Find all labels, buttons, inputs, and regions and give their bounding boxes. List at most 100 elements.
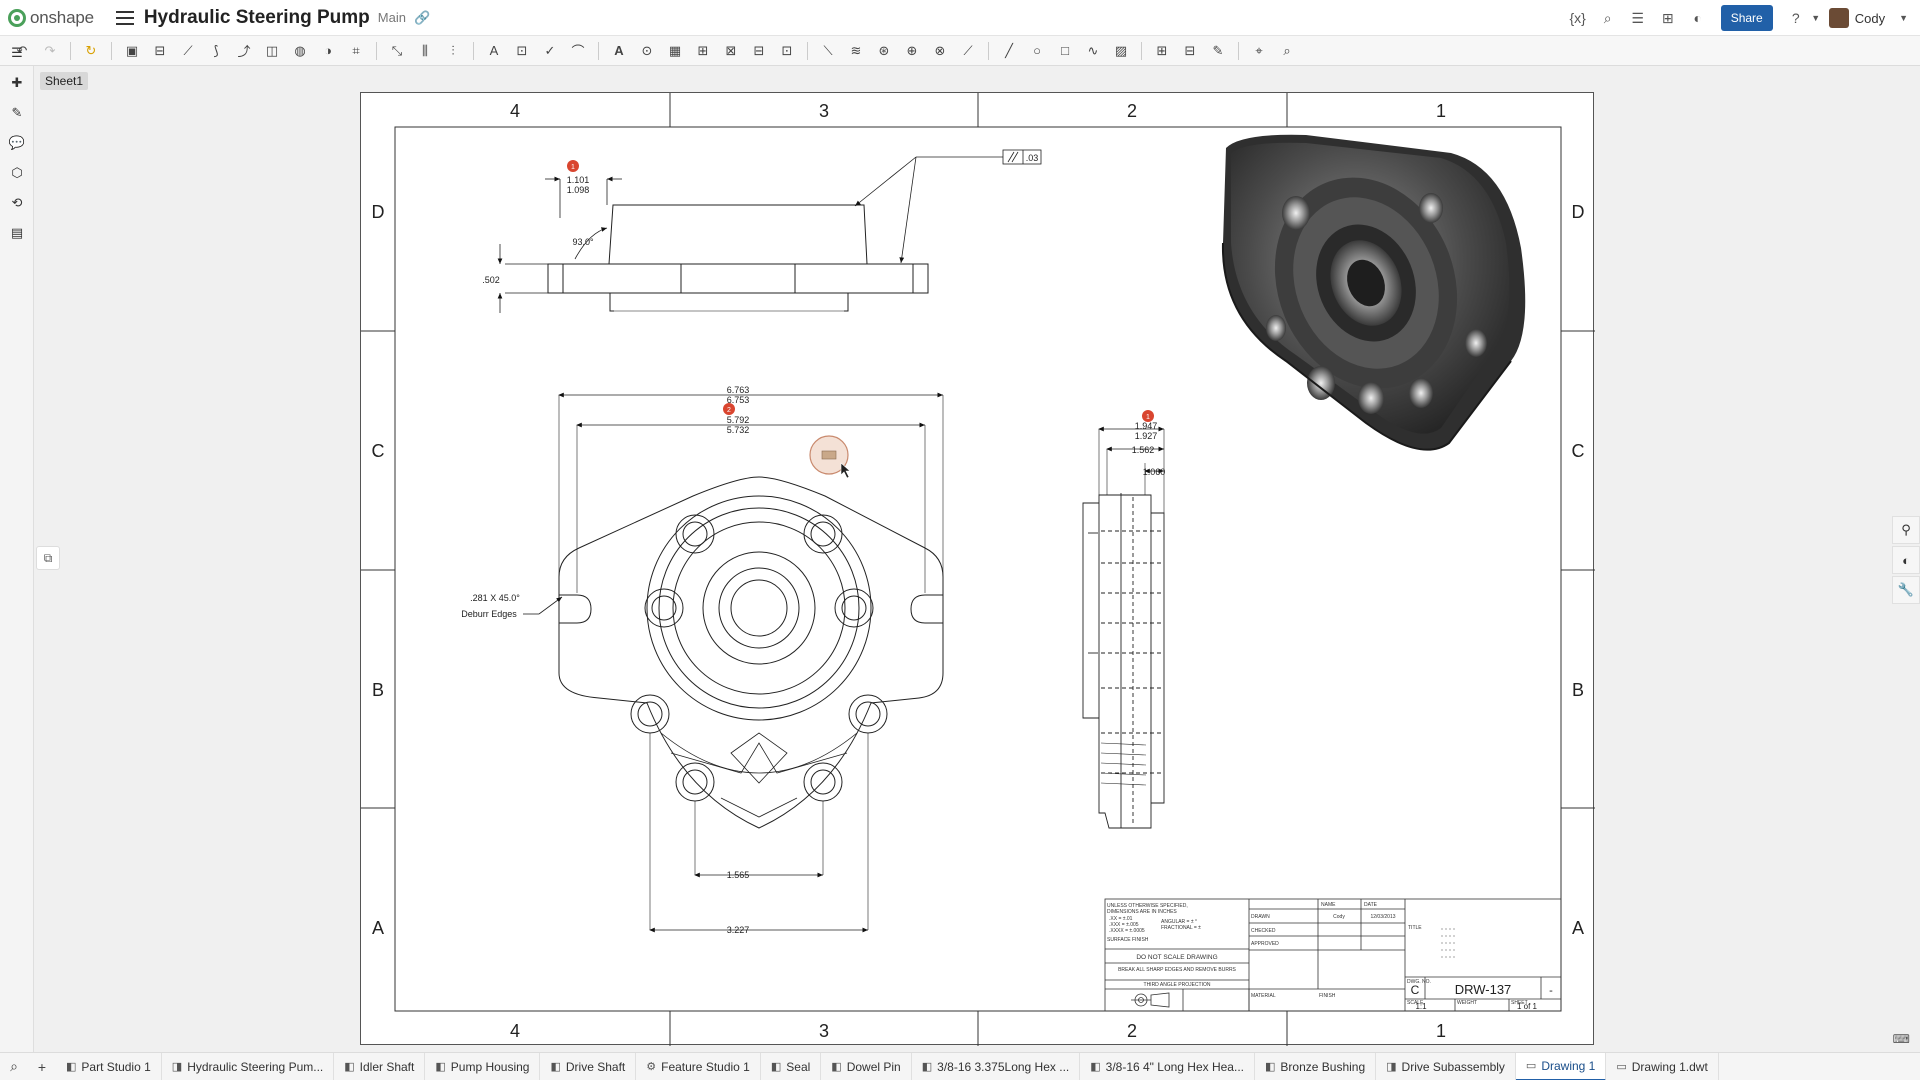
tab-3-8-16-3-375long-hex[interactable]: ◧ 3/8-16 3.375Long Hex ... [912, 1052, 1081, 1080]
avatar[interactable] [1828, 8, 1849, 28]
tab-drive-shaft[interactable]: ◧ Drive Shaft [540, 1052, 637, 1080]
drawing-sheet[interactable]: 4 3 2 1 4 3 2 1 D C B A D C B A 1 1.101 … [360, 92, 1595, 1046]
document-title[interactable]: Hydraulic Steering Pump [144, 7, 370, 29]
redo-icon[interactable]: ↷ [39, 40, 61, 62]
projected-view-icon[interactable]: ⊟ [149, 40, 171, 62]
note-icon[interactable]: A [483, 40, 505, 62]
branch-label[interactable]: Main [378, 10, 406, 25]
comments-icon[interactable]: 💬 [0, 128, 34, 158]
inspection-table-icon[interactable]: ⊡ [776, 40, 798, 62]
properties-icon[interactable]: ▤ [0, 218, 34, 248]
tab-seal[interactable]: ◧ Seal [761, 1052, 822, 1080]
link-icon[interactable]: 🔗 [414, 10, 430, 26]
bom-table-icon[interactable]: ⊞ [692, 40, 714, 62]
drawing-properties-icon[interactable]: 🔧 [1892, 576, 1920, 604]
update-icon[interactable]: ↻ [80, 40, 102, 62]
tab-feature-studio-1[interactable]: ⚙ Feature Studio 1 [636, 1052, 761, 1080]
tb-note-7: FRACTIONAL = ± [1161, 925, 1201, 931]
tab-idler-shaft[interactable]: ◧ Idler Shaft [334, 1052, 426, 1080]
rectangle-icon[interactable]: □ [1054, 40, 1076, 62]
tab-label: 3/8-16 3.375Long Hex ... [937, 1059, 1070, 1074]
hamburger-menu-icon[interactable] [115, 10, 134, 25]
view-tabs-icon[interactable]: ⌕ [0, 1053, 28, 1080]
zoom-to-fit-icon[interactable]: ⌖ [1248, 40, 1270, 62]
tab-drawing-1[interactable]: ▭ Drawing 1 [1515, 1052, 1607, 1080]
callout-icon[interactable]: ⊙ [636, 40, 658, 62]
auxiliary-view-icon[interactable]: ⟋ [177, 40, 199, 62]
hole-table-icon[interactable]: ⊠ [720, 40, 742, 62]
text-icon[interactable]: A [608, 40, 630, 62]
zoom-window-icon[interactable]: ⌕ [1276, 40, 1298, 62]
centermark-icon[interactable]: ≋ [845, 40, 867, 62]
tab-hydraulic-steering-pum[interactable]: ◨ Hydraulic Steering Pum... [162, 1052, 335, 1080]
line-icon[interactable]: ╱ [998, 40, 1020, 62]
measure-icon[interactable]: ⚲ [1892, 516, 1920, 544]
table-icon[interactable]: ▦ [664, 40, 686, 62]
hatch-icon[interactable]: ⊛ [873, 40, 895, 62]
search-icon[interactable]: ⌕ [1598, 8, 1618, 28]
title-placeholder [1441, 928, 1455, 958]
insert-dxf-icon[interactable]: ⊟ [1179, 40, 1201, 62]
assembly-icon: ◨ [171, 1061, 183, 1073]
tab-drive-subassembly[interactable]: ◨ Drive Subassembly [1376, 1052, 1516, 1080]
onshape-logo[interactable]: onshape [8, 8, 94, 28]
user-name[interactable]: Cody [1855, 11, 1885, 26]
insert-image-icon[interactable]: ⊞ [1151, 40, 1173, 62]
dimension-icon[interactable]: ⤡ [386, 40, 408, 62]
parts-icon[interactable]: ⬡ [0, 158, 34, 188]
chevron-down-icon[interactable]: ▼ [1899, 13, 1908, 23]
spline-icon[interactable]: ∿ [1082, 40, 1104, 62]
break-view-icon[interactable]: ◑ [317, 40, 339, 62]
gtol-icon[interactable]: ⊡ [511, 40, 533, 62]
weld-symbol-icon[interactable]: ⌒ [567, 40, 589, 62]
chevron-down-icon[interactable]: ▼ [1811, 8, 1821, 28]
gtol-parallel-value: .03 [1026, 153, 1039, 163]
appearance-icon[interactable]: ◐ [1892, 546, 1920, 574]
tab-dowel-pin[interactable]: ◧ Dowel Pin [821, 1052, 912, 1080]
share-button[interactable]: Share [1720, 5, 1773, 31]
collapse-panel-icon[interactable]: ⧉ [36, 546, 60, 570]
tab-bronze-bushing[interactable]: ◧ Bronze Bushing [1255, 1052, 1377, 1080]
section-view-icon[interactable]: ⟆ [205, 40, 227, 62]
chain-dimension-icon[interactable]: ⫶ [442, 40, 464, 62]
variable-icon[interactable]: {x} [1568, 8, 1588, 28]
detail-view-icon[interactable]: ◫ [261, 40, 283, 62]
tb-dwg-no: DRW-137 [1455, 982, 1512, 997]
history-icon[interactable]: ⟲ [0, 188, 34, 218]
broken-view-icon[interactable]: ◍ [289, 40, 311, 62]
sketch-tool-icon[interactable]: ✎ [0, 98, 34, 128]
insert-view-icon[interactable]: ▣ [121, 40, 143, 62]
circle-center-icon[interactable]: ⊕ [901, 40, 923, 62]
keyboard-shortcuts-icon[interactable]: ⌨ [1893, 1032, 1910, 1046]
tb-header-name: NAME [1321, 902, 1336, 908]
centerline-icon[interactable]: ⟍ [817, 40, 839, 62]
learning-center-icon[interactable]: ◐ [1688, 8, 1708, 28]
app-store-icon[interactable]: ⊞ [1658, 8, 1678, 28]
leader-icon[interactable]: ⟋ [957, 40, 979, 62]
feature-list-icon[interactable]: ☰ [0, 38, 34, 68]
balloon-label-1: 1 [571, 164, 575, 171]
add-tab-icon[interactable]: + [28, 1053, 56, 1080]
tab-label: Drive Subassembly [1401, 1059, 1505, 1074]
drawing-canvas[interactable]: 4 3 2 1 4 3 2 1 D C B A D C B A 1 1.101 … [361, 93, 1595, 1046]
revision-table-icon[interactable]: ⊟ [748, 40, 770, 62]
baseline-dimension-icon[interactable]: ⫼ [414, 40, 436, 62]
tab-pump-housing[interactable]: ◧ Pump Housing [425, 1052, 541, 1080]
onshape-logo-icon [8, 8, 26, 27]
aligned-section-icon[interactable]: ⤴ [233, 40, 255, 62]
tab-part-studio-1[interactable]: ◧ Part Studio 1 [56, 1052, 162, 1080]
list-icon[interactable]: ☰ [1628, 8, 1648, 28]
surface-finish-icon[interactable]: ✓ [539, 40, 561, 62]
zone-row-c-left: C [372, 441, 385, 461]
format-painter-icon[interactable]: ✎ [1207, 40, 1229, 62]
add-view-icon[interactable]: ✚ [0, 68, 34, 98]
tab-drawing-1-dwt[interactable]: ▭ Drawing 1.dwt [1606, 1052, 1719, 1080]
help-icon[interactable]: ? [1786, 8, 1806, 28]
circle-icon[interactable]: ○ [1026, 40, 1048, 62]
bolt-circle-icon[interactable]: ⊗ [929, 40, 951, 62]
area-hatch-icon[interactable]: ▨ [1110, 40, 1132, 62]
tab-3-8-16-4-long-hex-hea[interactable]: ◧ 3/8-16 4" Long Hex Hea... [1080, 1052, 1255, 1080]
crop-view-icon[interactable]: ⌗ [345, 40, 367, 62]
sheet-tab[interactable]: Sheet1 [40, 72, 89, 90]
drawing-toolbar: ↶ ↷ ↻ ▣ ⊟ ⟋ ⟆ ⤴ ◫ ◍ ◑ ⌗ ⤡ ⫼ ⫶ A ⊡ ✓ ⌒ A … [0, 36, 1920, 66]
